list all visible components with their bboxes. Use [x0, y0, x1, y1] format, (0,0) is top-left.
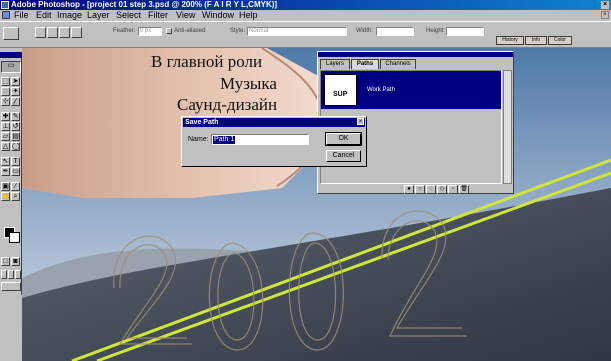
slice-tool-icon[interactable]: ╱: [11, 97, 20, 106]
antialias-label: Anti-aliased: [174, 28, 206, 34]
subtract-selection-icon[interactable]: [59, 27, 70, 38]
screen-mode-full-menu-icon[interactable]: [8, 270, 14, 279]
path-row-work-path[interactable]: SUP Work Path: [321, 71, 501, 109]
feather-input[interactable]: 0 px: [138, 27, 162, 36]
intersect-selection-icon[interactable]: [71, 27, 82, 38]
shape-tool-icon[interactable]: ▭: [11, 167, 20, 176]
magic-wand-icon[interactable]: ✦: [11, 87, 20, 96]
menu-select[interactable]: Select: [116, 10, 141, 21]
height-input[interactable]: [446, 27, 484, 36]
document-close-button[interactable]: ×: [601, 11, 609, 19]
add-selection-icon[interactable]: [47, 27, 58, 38]
tab-history[interactable]: History: [496, 36, 524, 45]
close-window-button[interactable]: ×: [601, 1, 609, 9]
background-color-swatch[interactable]: [9, 232, 20, 243]
tab-info[interactable]: Info: [525, 36, 547, 45]
fill-path-icon[interactable]: ●: [404, 185, 414, 194]
screen-mode-full-icon[interactable]: [15, 270, 21, 279]
menu-layer[interactable]: Layer: [87, 10, 110, 21]
paths-list-scrollbar[interactable]: [503, 70, 512, 184]
type-tool-icon[interactable]: T: [11, 157, 20, 166]
delete-path-icon[interactable]: 🗑: [459, 185, 469, 194]
ok-button[interactable]: OK: [325, 132, 362, 146]
dialog-close-icon[interactable]: ×: [357, 118, 364, 125]
pen-tool-icon[interactable]: ✒: [1, 167, 10, 176]
lasso-tool-icon[interactable]: ◌: [1, 87, 10, 96]
notes-tool-icon[interactable]: ▣: [1, 182, 10, 191]
history-brush-icon[interactable]: ↺: [11, 122, 20, 131]
document-icon[interactable]: [2, 11, 10, 19]
path-name: Work Path: [367, 87, 395, 93]
height-label: Height:: [426, 28, 446, 34]
stroke-path-icon[interactable]: ○: [415, 185, 425, 194]
jump-to-imageready-icon[interactable]: [1, 282, 21, 291]
window-title: Adobe Photoshop - [project 01 step 3.psd…: [11, 0, 278, 9]
menu-file[interactable]: File: [14, 10, 29, 21]
marquee-tool-icon[interactable]: ▭: [1, 61, 21, 73]
make-work-path-icon[interactable]: ◇: [437, 185, 447, 194]
cancel-button[interactable]: Cancel: [326, 150, 361, 162]
feather-label: Feather:: [113, 28, 136, 34]
width-label: Width:: [356, 28, 374, 34]
menu-edit[interactable]: Edit: [36, 10, 52, 21]
load-selection-icon[interactable]: ◌: [426, 185, 436, 194]
photoshop-app-icon[interactable]: [1, 1, 9, 9]
paths-palette-title-bar[interactable]: [318, 52, 513, 57]
marquee-tool-preset-icon[interactable]: [3, 27, 19, 40]
eraser-tool-icon[interactable]: ▱: [1, 132, 10, 141]
screen-mode-standard-icon[interactable]: [1, 270, 7, 279]
menu-filter[interactable]: Filter: [148, 10, 168, 21]
path-name-label: Name:: [188, 136, 209, 143]
style-select[interactable]: Normal: [247, 27, 347, 36]
path-selection-icon[interactable]: ↖: [1, 157, 10, 166]
move-tool-icon[interactable]: ➤: [11, 77, 20, 86]
zoom-tool-icon[interactable]: ⌕: [11, 192, 20, 201]
tab-layers[interactable]: Layers: [320, 59, 350, 69]
tab-channels[interactable]: Channels: [380, 59, 416, 69]
photoshop-window: Adobe Photoshop - [project 01 step 3.psd…: [0, 0, 611, 361]
new-path-icon[interactable]: ▫: [448, 185, 458, 194]
hand-tool-icon[interactable]: ✋: [1, 192, 10, 201]
canvas-text-line-2: Музыка: [220, 74, 277, 93]
menu-image[interactable]: Image: [57, 10, 82, 21]
path-thumbnail-text: SUP: [333, 91, 348, 98]
menu-bar: File Edit Image Layer Select Filter View…: [0, 10, 611, 21]
dodge-tool-icon[interactable]: ◯: [11, 142, 20, 151]
tab-paths[interactable]: Paths: [351, 59, 379, 69]
healing-brush-icon[interactable]: ✚: [1, 112, 10, 121]
new-selection-icon[interactable]: [35, 27, 46, 38]
menu-view[interactable]: View: [176, 10, 195, 21]
tab-color[interactable]: Color: [548, 36, 572, 45]
canvas-text-line-3: Саунд-дизайн: [177, 95, 278, 114]
save-path-dialog: Save Path × Name: Path 1 OK Cancel: [181, 116, 367, 167]
crop-tool-icon[interactable]: ⊹: [1, 97, 10, 106]
toolbox-title-bar[interactable]: [0, 52, 22, 58]
style-label: Style:: [230, 28, 246, 34]
title-bar: Adobe Photoshop - [project 01 step 3.psd…: [0, 0, 611, 10]
clone-stamp-icon[interactable]: ⊥: [1, 122, 10, 131]
eyedropper-icon[interactable]: ⁄: [11, 182, 20, 191]
path-thumbnail: SUP: [324, 74, 357, 106]
menu-window[interactable]: Window: [202, 10, 234, 21]
dialog-title: Save Path: [183, 118, 365, 127]
width-input[interactable]: [376, 27, 414, 36]
path-name-value: Path 1: [213, 136, 236, 144]
options-bar: Feather: 0 px Anti-aliased Style: Normal…: [0, 21, 611, 48]
antialias-checkbox[interactable]: [166, 28, 172, 34]
toolbox-palette: ▭ ⬚ ➤ ◌ ✦ ⊹ ╱ ✚ ✎ ⊥ ↺ ▱ ▤ △ ◯ ↖ T ✒ ▭ ▣ …: [0, 52, 22, 295]
gradient-tool-icon[interactable]: ▤: [11, 132, 20, 141]
menu-help[interactable]: Help: [239, 10, 258, 21]
canvas-text-line-1: В главной роли: [151, 52, 263, 71]
blur-tool-icon[interactable]: △: [1, 142, 10, 151]
quick-mask-icon[interactable]: ◙: [11, 257, 20, 266]
brush-tool-icon[interactable]: ✎: [11, 112, 20, 121]
marquee-icon[interactable]: ⬚: [1, 77, 10, 86]
path-name-input[interactable]: Path 1: [211, 134, 309, 145]
standard-mode-icon[interactable]: □: [1, 257, 10, 266]
